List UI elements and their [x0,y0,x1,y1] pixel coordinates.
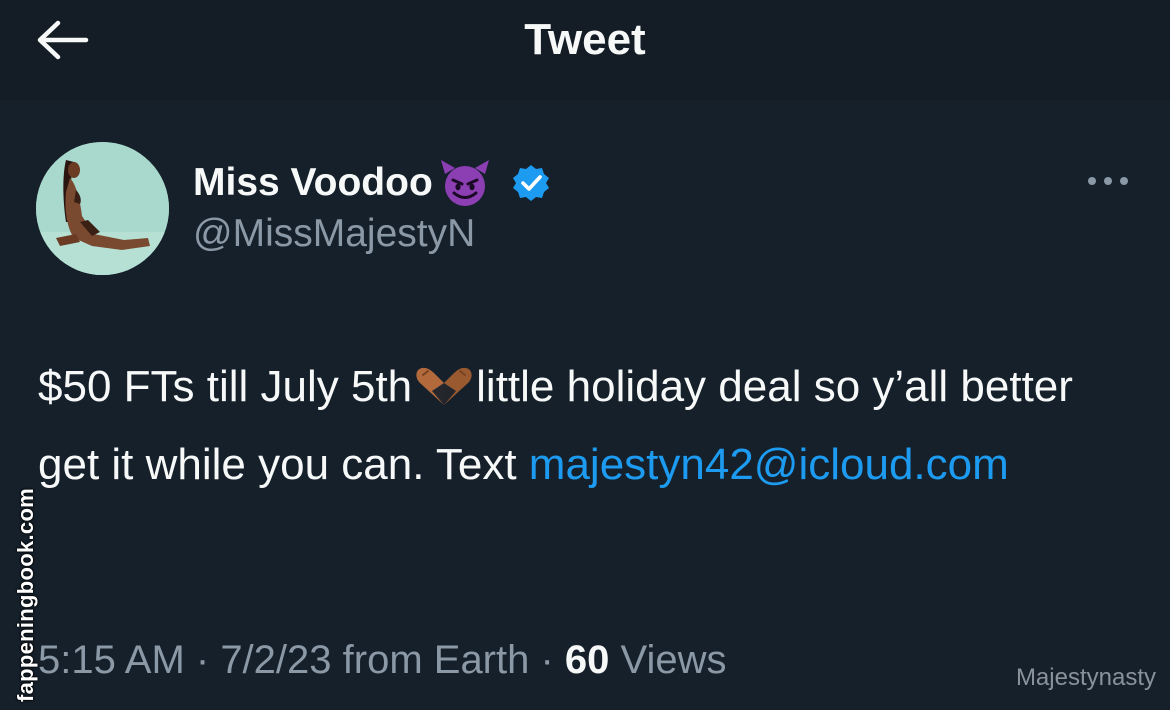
corner-watermark: Majestynasty [1015,664,1156,691]
side-watermark: fappeningbook.com [8,488,44,702]
tweet-source: from Earth [331,638,530,682]
tweet-screen: Tweet Miss Voodoo @MissMajestyN $50 FTs … [0,0,1170,710]
views-count: 60 [564,638,610,682]
heart-hands-icon [414,360,474,430]
tweet-meta: 5:15 AM · 7/2/23 from Earth · 60 Views [38,632,727,688]
views-label: Views [609,638,727,682]
author-display-name: Miss Voodoo [193,161,433,204]
page-title: Tweet [524,15,646,64]
side-watermark-text: fappeningbook.com [13,487,39,703]
tweet-time[interactable]: 5:15 AM [38,638,185,682]
verified-badge-icon [511,163,551,203]
views-link[interactable]: 60 Views [565,638,727,682]
tweet-text-part1: $50 FTs till July 5th [38,362,413,411]
arrow-left-icon [37,20,89,60]
back-button[interactable] [26,12,98,68]
profile-photo [36,142,169,275]
more-button[interactable] [1080,165,1136,197]
email-link[interactable]: majestyn42@icloud.com [529,440,1009,489]
tweet-date[interactable]: 7/2/23 [220,638,331,682]
top-bar: Tweet [0,0,1170,100]
avatar[interactable] [36,142,169,275]
more-horizontal-icon [1088,177,1128,185]
author-name[interactable]: Miss Voodoo [193,155,551,211]
tweet-text: $50 FTs till July 5th little holiday dea… [38,352,1138,500]
smiling-devil-icon [437,158,493,208]
meta-separator: · [184,638,221,682]
author-handle[interactable]: @MissMajestyN [193,212,475,256]
meta-separator: · [529,638,565,682]
